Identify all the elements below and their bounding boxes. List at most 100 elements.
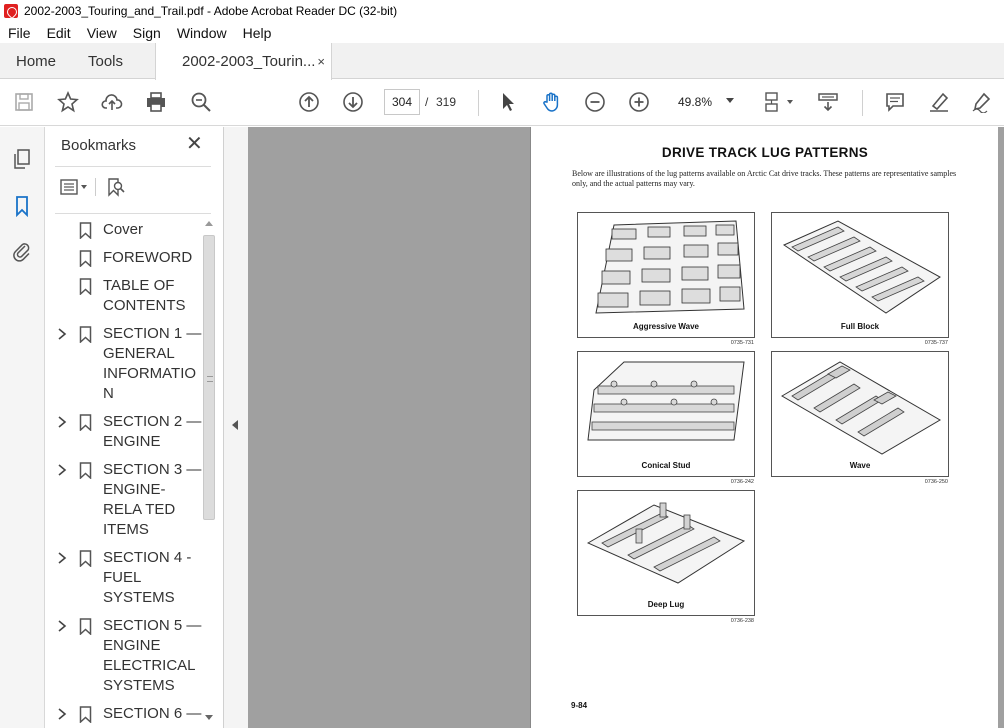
menu-sign[interactable]: Sign [125, 25, 169, 41]
zoom-out-icon[interactable] [583, 90, 607, 114]
bookmark-options-icon[interactable] [59, 178, 89, 196]
figure-caption: Deep Lug [647, 600, 685, 609]
menu-bar: File Edit View Sign Window Help [0, 22, 1004, 43]
chevron-right-icon[interactable] [57, 619, 67, 633]
bookmark-icon [79, 414, 92, 431]
tab-tools[interactable]: Tools [88, 43, 123, 79]
bookmark-item[interactable]: FOREWORD [45, 248, 202, 268]
figure-code: 0735-737 [924, 340, 948, 346]
scroll-thumb[interactable] [203, 235, 215, 520]
bookmarks-panel-icon[interactable] [10, 194, 34, 218]
menu-window[interactable]: Window [169, 25, 235, 41]
panel-collapse-strip[interactable] [224, 127, 248, 728]
bookmark-icon [79, 618, 92, 635]
attachments-icon[interactable] [10, 239, 34, 263]
chevron-right-icon[interactable] [57, 415, 67, 429]
bookmark-label: SECTION 1 — GENERAL INFORMATIO N [103, 325, 202, 402]
conical-stud-illustration [587, 361, 745, 441]
read-mode-icon[interactable] [816, 90, 840, 114]
figure-wave: Wave 0736-250 [771, 351, 949, 485]
sign-pen-icon[interactable] [970, 90, 994, 114]
highlight-pen-icon[interactable] [927, 90, 951, 114]
bookmarks-panel: Bookmarks ✕ Cover FOREWORD TABLE OF CONTEN… [45, 127, 224, 728]
upload-cloud-icon[interactable] [100, 90, 124, 114]
grip-icon [207, 376, 213, 382]
page-number-input[interactable]: 304 [384, 89, 420, 115]
page-heading: DRIVE TRACK LUG PATTERNS [661, 145, 869, 160]
bookmark-icon [79, 250, 92, 267]
chevron-down-icon [726, 98, 734, 103]
page-total: 319 [436, 95, 457, 109]
panel-divider-2 [55, 213, 211, 214]
aggressive-wave-illustration [595, 220, 745, 314]
hand-tool-icon[interactable] [540, 90, 564, 114]
bookmark-icon [79, 462, 92, 479]
figure-code: 0736-238 [730, 618, 754, 624]
bookmark-label: SECTION 3 — ENGINE-RELA TED ITEMS [103, 461, 202, 538]
star-icon[interactable] [56, 90, 80, 114]
collapse-panel-icon[interactable] [232, 420, 238, 430]
acrobat-app-icon [4, 4, 18, 18]
figure-deep-lug: Deep Lug 0736-238 [577, 490, 755, 624]
scroll-down-icon[interactable] [205, 715, 213, 720]
bookmarks-scrollbar[interactable] [202, 221, 216, 721]
pdf-page: DRIVE TRACK LUG PATTERNS Below are illus… [530, 127, 998, 728]
bookmarks-list: Cover FOREWORD TABLE OF CONTENTS SECTION 1 … [45, 220, 202, 728]
bookmark-item[interactable]: SECTION 2 — ENGINE [45, 412, 202, 452]
tab-document[interactable]: 2002-2003_Tourin... × [155, 43, 332, 80]
close-tab-icon[interactable]: × [317, 54, 325, 69]
find-bookmark-icon[interactable] [106, 177, 126, 197]
panel-divider [55, 166, 211, 167]
tab-bar: Home Tools 2002-2003_Tourin... × [0, 43, 1004, 80]
figure-code: 0735-731 [730, 340, 754, 346]
document-viewport[interactable]: DRIVE TRACK LUG PATTERNS Below are illus… [248, 127, 1004, 728]
full-block-illustration [782, 220, 941, 314]
page-layout-icon[interactable] [762, 90, 798, 114]
chevron-right-icon[interactable] [57, 707, 67, 721]
navigation-rail [0, 127, 45, 728]
bookmark-item[interactable]: SECTION 4 - FUEL SYSTEMS [45, 548, 202, 608]
select-cursor-icon[interactable] [496, 90, 520, 114]
chevron-right-icon[interactable] [57, 551, 67, 565]
title-bar: 2002-2003_Touring_and_Trail.pdf - Adobe … [0, 0, 1004, 22]
bookmark-item[interactable]: SECTION 3 — ENGINE-RELA TED ITEMS [45, 460, 202, 540]
menu-edit[interactable]: Edit [39, 25, 79, 41]
menu-view[interactable]: View [79, 25, 125, 41]
bookmark-icon [79, 706, 92, 723]
zoom-search-icon[interactable] [189, 90, 213, 114]
bookmark-item[interactable]: SECTION 1 — GENERAL INFORMATIO N [45, 324, 202, 404]
page-separator: / [425, 95, 429, 109]
menu-file[interactable]: File [0, 25, 39, 41]
window-title: 2002-2003_Touring_and_Trail.pdf - Adobe … [24, 4, 398, 18]
save-icon[interactable] [12, 90, 36, 114]
scroll-up-icon[interactable] [205, 221, 213, 226]
print-icon[interactable] [144, 90, 168, 114]
bookmark-item[interactable]: Cover [45, 220, 202, 240]
toolbar-divider [478, 90, 479, 116]
comment-icon[interactable] [883, 90, 907, 114]
bookmark-item[interactable]: TABLE OF CONTENTS [45, 276, 202, 316]
chevron-right-icon[interactable] [57, 327, 67, 341]
toolbar-divider-2 [862, 90, 863, 116]
bookmark-label: SECTION 6 — CHASSIS ELECTRICAL [103, 705, 202, 728]
figure-full-block: Full Block 0735-737 [771, 212, 949, 346]
zoom-in-icon[interactable] [627, 90, 651, 114]
figure-caption: Full Block [840, 322, 880, 331]
page-thumbnails-icon[interactable] [10, 147, 34, 171]
bookmark-item[interactable]: SECTION 6 — CHASSIS ELECTRICAL [45, 704, 202, 728]
close-panel-icon[interactable]: ✕ [186, 134, 203, 154]
page-footer-number: 9-84 [571, 701, 588, 710]
bookmark-item[interactable]: SECTION 5 — ENGINE ELECTRICAL SYSTEMS [45, 616, 202, 696]
menu-help[interactable]: Help [235, 25, 280, 41]
toolbar-divider-3 [95, 178, 96, 196]
zoom-level-dropdown[interactable]: 49.8% [668, 89, 744, 115]
figure-caption: Conical Stud [641, 461, 691, 470]
chevron-right-icon[interactable] [57, 463, 67, 477]
zoom-level-value: 49.8% [678, 95, 713, 109]
bookmark-label: Cover [103, 221, 144, 238]
previous-page-icon[interactable] [297, 90, 321, 114]
bookmark-label: SECTION 2 — ENGINE [103, 413, 202, 450]
wave-illustration [781, 361, 941, 455]
next-page-icon[interactable] [341, 90, 365, 114]
tab-home[interactable]: Home [16, 43, 56, 79]
